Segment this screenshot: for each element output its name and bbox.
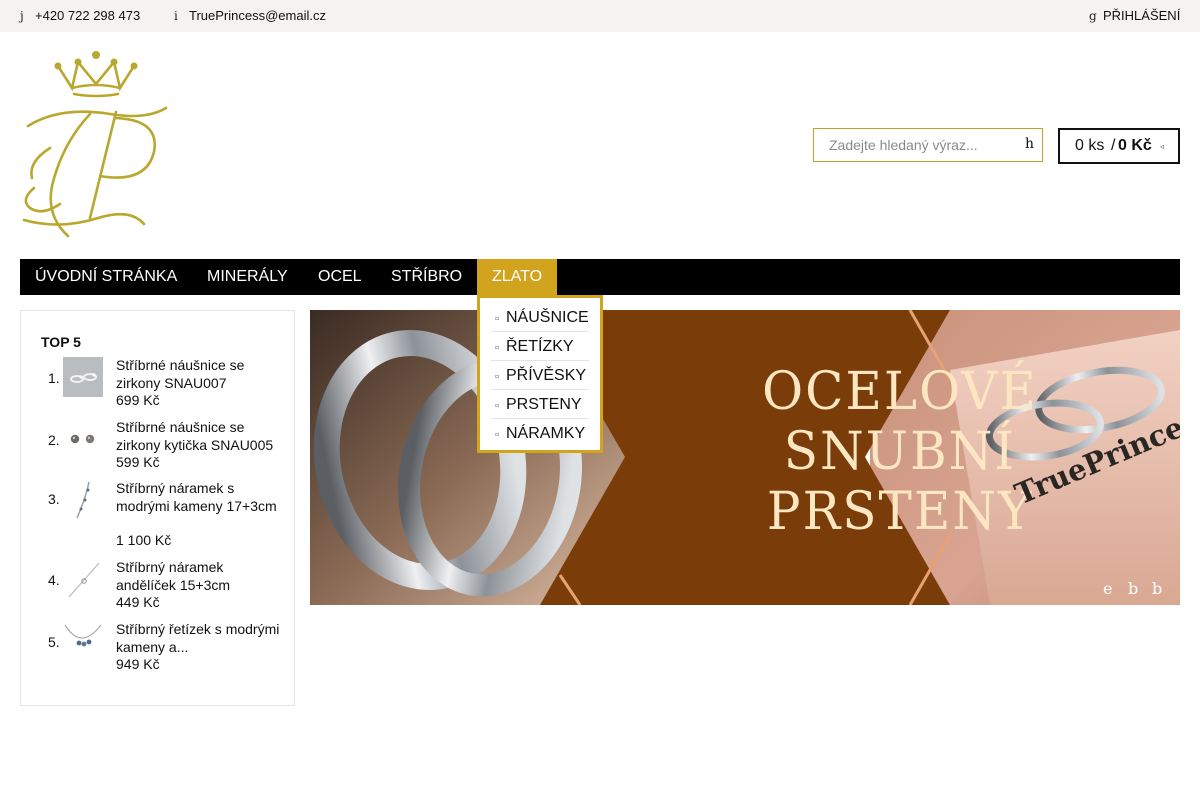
list-item[interactable]: 1. Stříbrné náušnice se zirkony SNAU007 … — [21, 357, 294, 411]
slider-pause-icon[interactable]: b — [1128, 579, 1138, 598]
crown-monogram-logo-icon — [22, 51, 168, 238]
submenu-item-label: PŘÍVĚSKY — [506, 367, 587, 384]
product-thumbnail-earrings — [63, 357, 103, 397]
bullet-icon: ▫ — [495, 373, 500, 380]
search-input[interactable] — [814, 129, 1014, 161]
list-item[interactable]: 2. Stříbrné náušnice se zirkony kytička … — [21, 419, 294, 473]
slider-next-icon[interactable]: b — [1152, 579, 1162, 598]
bullet-icon: ▫ — [495, 315, 500, 322]
banner-headline-line2: SNUBNÍ — [783, 420, 1017, 482]
site-logo[interactable] — [20, 48, 170, 240]
login-link[interactable]: PŘIHLÁŠENÍ — [1103, 8, 1180, 23]
submenu-item-chains[interactable]: ▫ ŘETÍZKY — [491, 332, 589, 361]
product-price: 449 Kč — [116, 594, 160, 610]
cart-separator: / — [1111, 137, 1116, 154]
product-name: Stříbrný řetízek s modrými kameny a... — [116, 621, 280, 655]
promo-banner-slider[interactable]: OCELOVÉ SNUBNÍ PRSTENY TruePrincess e b … — [310, 310, 1180, 605]
cart-count: 0 ks — [1075, 137, 1105, 154]
phone-icon: j — [20, 9, 24, 23]
search-icon[interactable]: h — [1025, 136, 1034, 152]
submenu-item-label: NÁRAMKY — [506, 425, 586, 442]
product-name: Stříbrné náušnice se zirkony kytička SNA… — [116, 419, 274, 453]
submenu-item-label: NÁUŠNICE — [506, 309, 589, 326]
bullet-icon: ▫ — [495, 431, 500, 438]
search-box: h — [813, 128, 1043, 162]
submenu-item-rings[interactable]: ▫ PRSTENY — [491, 390, 589, 419]
rank-number: 5. — [48, 634, 60, 650]
nav-item-minerals[interactable]: MINERÁLY — [192, 259, 303, 295]
submenu-item-pendants[interactable]: ▫ PŘÍVĚSKY — [491, 361, 589, 390]
cart-total: 0 Kč — [1118, 137, 1152, 154]
top-contact-bar: j +420 722 298 473 i TruePrincess@email.… — [0, 0, 1200, 32]
product-name: Stříbrné náušnice se zirkony SNAU007 — [116, 357, 245, 391]
product-thumbnail-flower-earrings — [70, 434, 95, 444]
slider-prev-icon[interactable]: e — [1103, 579, 1112, 598]
list-item[interactable]: 4. Stříbrný náramek andělíček 15+3cm 449… — [21, 559, 294, 613]
nav-item-silver[interactable]: STŘÍBRO — [376, 259, 477, 295]
submenu-item-label: ŘETÍZKY — [506, 338, 574, 355]
mail-icon: i — [174, 9, 178, 23]
product-name: Stříbrný náramek andělíček 15+3cm — [116, 559, 231, 593]
user-icon: g — [1089, 9, 1097, 23]
rank-number: 1. — [48, 370, 60, 386]
gold-submenu: ▫ NÁUŠNICE ▫ ŘETÍZKY ▫ PŘÍVĚSKY ▫ PRSTEN… — [477, 295, 603, 453]
submenu-item-label: PRSTENY — [506, 396, 582, 413]
product-price: 699 Kč — [116, 392, 160, 408]
list-item[interactable]: 3. Stříbrný náramek s modrými kameny 17+… — [21, 480, 294, 552]
bullet-icon: ▫ — [495, 402, 500, 409]
product-thumbnail-angel-bracelet — [68, 562, 100, 598]
nav-item-gold[interactable]: ZLATO — [477, 259, 558, 295]
top5-title: TOP 5 — [41, 334, 81, 350]
submenu-item-bracelets[interactable]: ▫ NÁRAMKY — [491, 419, 589, 448]
product-price: 599 Kč — [116, 454, 160, 470]
rank-number: 3. — [48, 491, 60, 507]
nav-item-home[interactable]: ÚVODNÍ STRÁNKA — [20, 259, 192, 295]
main-navigation: ÚVODNÍ STRÁNKA MINERÁLY OCEL STŘÍBRO ZLA… — [20, 259, 1180, 295]
rank-number: 4. — [48, 572, 60, 588]
product-name: Stříbrný náramek s modrými kameny 17+3cm — [116, 480, 277, 514]
product-price: 1 100 Kč — [116, 532, 172, 548]
product-thumbnail-bracelet — [76, 481, 90, 519]
list-item[interactable]: 5. Stříbrný řetízek s modrými kameny a..… — [21, 621, 294, 675]
bullet-icon: ▫ — [495, 344, 500, 351]
product-thumbnail-necklace — [64, 624, 102, 647]
banner-headline-line3: PRSTENY — [766, 480, 1034, 542]
product-price: 949 Kč — [116, 656, 160, 672]
nav-item-steel[interactable]: OCEL — [303, 259, 377, 295]
email-link[interactable]: TruePrincess@email.cz — [189, 8, 326, 23]
banner-headline-line1: OCELOVÉ — [762, 360, 1038, 422]
top5-panel: TOP 5 1. Stříbrné náušnice se zirkony SN… — [20, 310, 295, 706]
phone-number[interactable]: +420 722 298 473 — [35, 8, 140, 23]
cart-icon: ◃ — [1160, 142, 1165, 151]
rank-number: 2. — [48, 432, 60, 448]
wedding-rings-banner-image — [310, 310, 1180, 605]
cart-button[interactable]: 0 ks / 0 Kč ◃ — [1058, 128, 1180, 164]
submenu-item-earrings[interactable]: ▫ NÁUŠNICE — [491, 303, 589, 332]
